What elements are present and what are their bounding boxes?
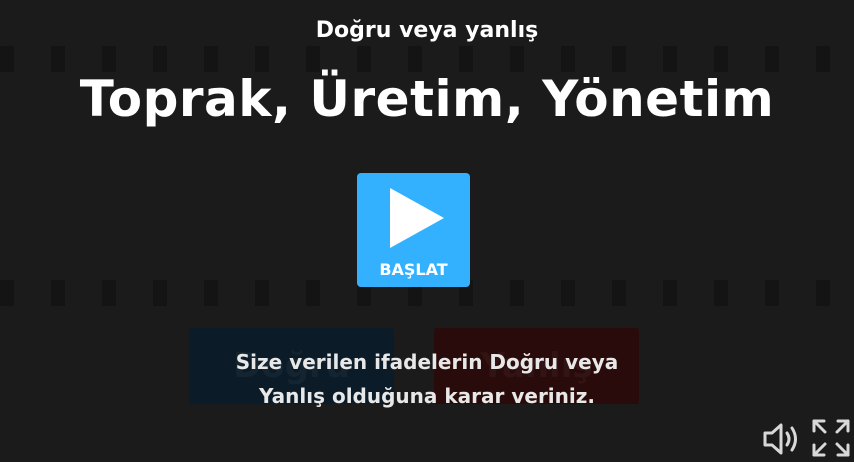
film-strip-top (0, 46, 854, 72)
instructions-line-2: Yanlış olduğuna karar veriniz. (259, 384, 595, 408)
start-button-label: BAŞLAT (379, 260, 448, 279)
activity-type-label: Doğru veya yanlış (315, 18, 539, 43)
volume-icon (763, 423, 797, 455)
instructions-line-1: Size verilen ifadelerin Doğru veya (235, 350, 619, 374)
volume-button[interactable] (762, 420, 802, 458)
start-button[interactable]: BAŞLAT (357, 173, 470, 287)
activity-stage: Doğru veya yanlış Toprak, Üretim, Yöneti… (0, 0, 854, 462)
activity-title: Toprak, Üretim, Yönetim (79, 70, 775, 128)
fullscreen-icon (812, 419, 850, 457)
instructions-text: Size verilen ifadelerin Doğru veya Yanlı… (0, 345, 854, 413)
play-icon (390, 188, 444, 248)
fullscreen-button[interactable] (811, 418, 851, 458)
